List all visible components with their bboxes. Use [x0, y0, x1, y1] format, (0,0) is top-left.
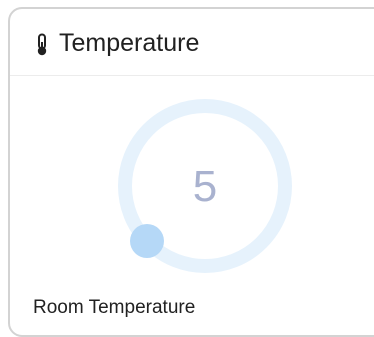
temperature-value: 5	[192, 162, 218, 211]
card-title: Temperature	[59, 29, 200, 57]
room-label: Room Temperature	[33, 297, 196, 318]
temperature-card: Temperature 5 Room Temperature	[8, 7, 374, 337]
card-header: Temperature	[10, 9, 374, 76]
dial-handle	[130, 224, 164, 258]
thermometer-icon	[35, 33, 49, 57]
